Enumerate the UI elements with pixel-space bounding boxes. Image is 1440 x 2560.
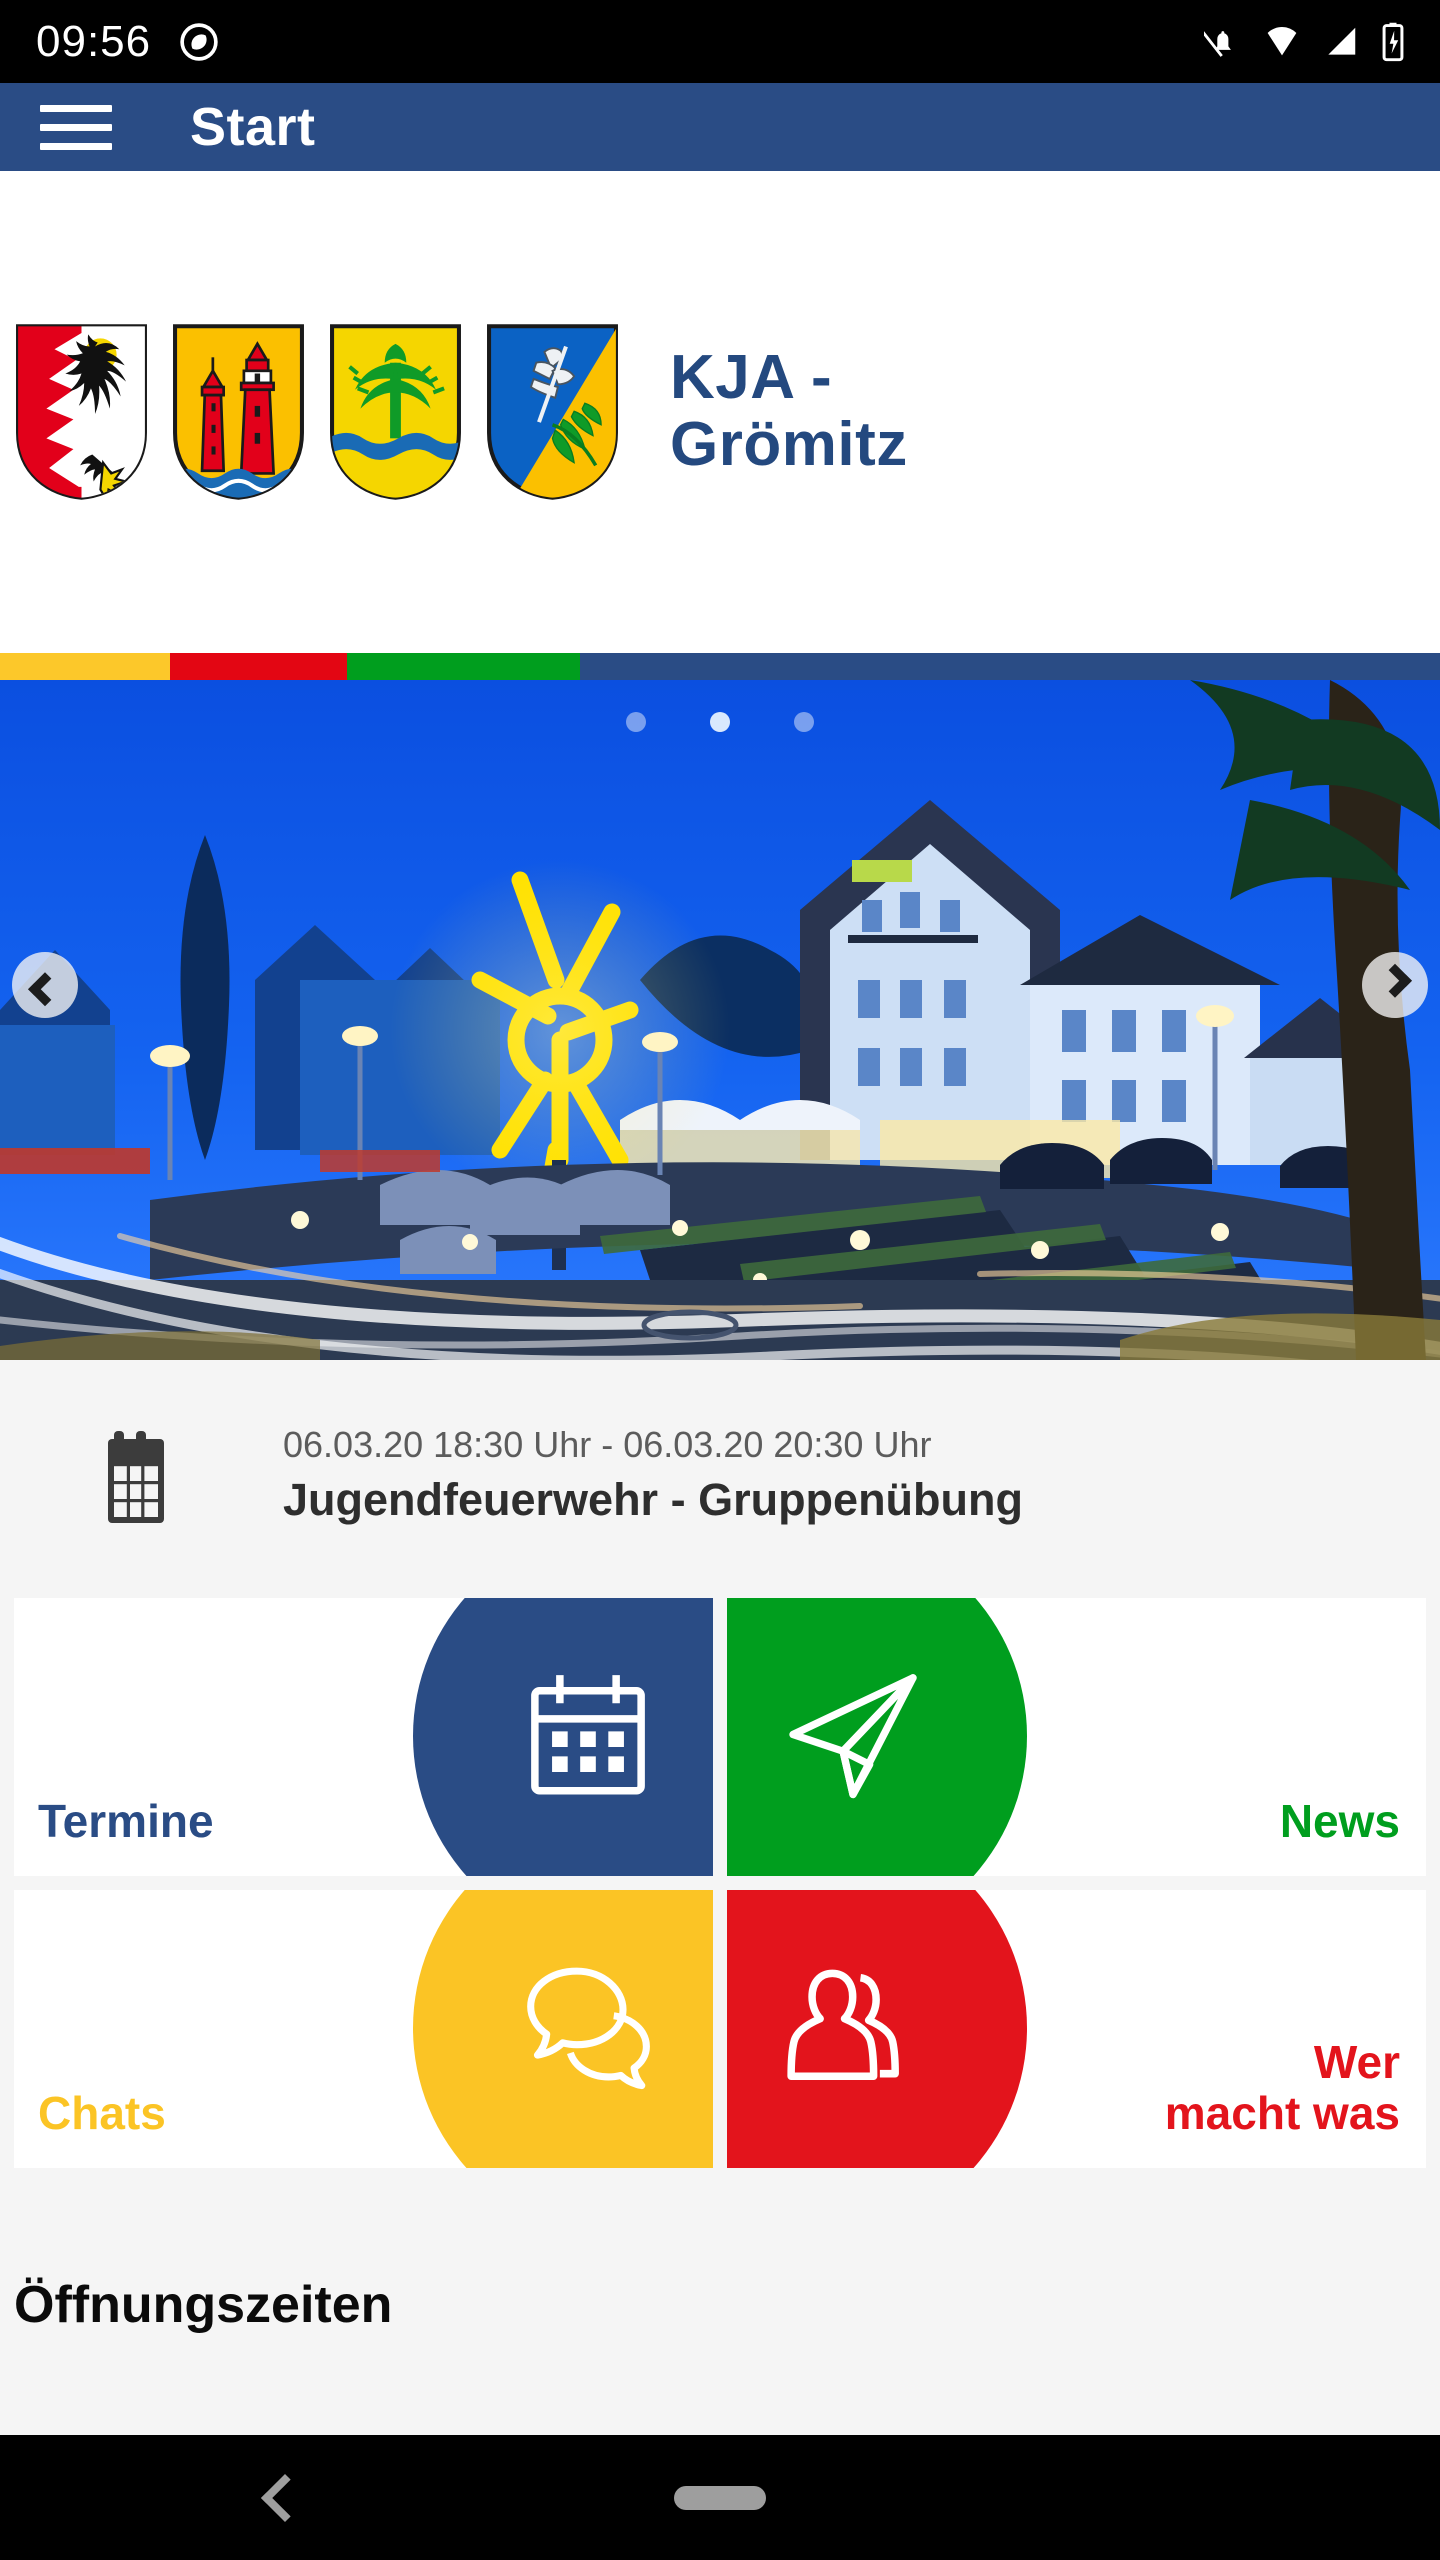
speech-bubbles-icon — [503, 1952, 663, 2107]
logo-band: KJA - Grömitz — [0, 171, 1440, 653]
wifi-icon — [1267, 26, 1297, 55]
carousel-dot-3[interactable] — [794, 712, 814, 732]
chevron-left-icon — [28, 972, 62, 1007]
tile-wer-macht-was[interactable]: Wer macht was — [727, 1890, 1426, 2168]
status-system-icons — [1204, 21, 1406, 63]
strip-yellow — [0, 653, 170, 680]
calendar-icon — [513, 1660, 663, 1815]
carousel-dot-1[interactable] — [626, 712, 646, 732]
tree-water-coat-of-arms — [330, 324, 461, 500]
battery-charging-icon — [1382, 22, 1404, 61]
status-bar: 09:56 — [0, 0, 1440, 83]
android-navigation-bar — [0, 2435, 1440, 2560]
color-strip — [0, 653, 1440, 680]
carousel-dots[interactable] — [0, 712, 1440, 732]
carousel-prev-button[interactable] — [12, 952, 78, 1018]
carousel-dot-2[interactable] — [710, 712, 730, 732]
status-time: 09:56 — [36, 16, 152, 66]
tile-wer-macht-was-label: Wer macht was — [1164, 2035, 1400, 2140]
calendar-icon — [95, 1421, 205, 1529]
grömitz-lighthouse-coat-of-arms — [173, 324, 304, 500]
strip-green — [347, 653, 581, 680]
tile-row-2: Chats Wer macht was — [0, 1890, 1440, 2168]
strip-red — [169, 653, 348, 680]
tile-chats[interactable]: Chats — [14, 1890, 713, 2168]
carousel-next-button[interactable] — [1362, 952, 1428, 1018]
brand-title: KJA - Grömitz — [670, 343, 908, 479]
tile-chats-label: Chats — [38, 2087, 166, 2140]
event-details: 06.03.20 18:30 Uhr - 06.03.20 20:30 Uhr … — [283, 1422, 1023, 1528]
tile-news-label: News — [1279, 1795, 1400, 1848]
hero-carousel[interactable] — [0, 680, 1440, 1360]
people-icon — [773, 1952, 923, 2107]
event-title: Jugendfeuerwehr - Gruppenübung — [283, 1474, 1023, 1526]
paper-plane-icon — [773, 1655, 933, 1820]
hamburger-menu-icon[interactable] — [40, 104, 112, 150]
fisherman-oak-coat-of-arms — [487, 324, 618, 500]
tile-termine[interactable]: Termine — [14, 1598, 713, 1876]
schleswig-holstein-coat-of-arms — [16, 324, 147, 500]
quick-tiles-grid: Termine News Chats Wer macht was — [0, 1598, 1440, 2182]
tile-row-1: Termine News — [0, 1598, 1440, 1876]
tile-termine-label: Termine — [38, 1795, 214, 1848]
strip-blue — [580, 653, 1440, 680]
app-screen: 09:56 Start KJA - Grömitz 06.03.20 18:30… — [0, 0, 1440, 2560]
signal-icon — [1328, 27, 1356, 55]
tile-news[interactable]: News — [727, 1598, 1426, 1876]
app-circle-icon — [180, 22, 218, 61]
app-bar: Start — [0, 83, 1440, 171]
page-title: Start — [190, 97, 316, 157]
hero-image — [0, 680, 1440, 1360]
notifications-off-icon — [1204, 29, 1231, 58]
coat-of-arms-row — [0, 322, 620, 502]
status-notification-icons — [177, 20, 221, 64]
event-time: 06.03.20 18:30 Uhr - 06.03.20 20:30 Uhr — [283, 1424, 932, 1466]
chevron-right-icon — [1378, 963, 1412, 998]
back-chevron-icon[interactable] — [260, 2473, 310, 2522]
opening-hours-heading: Öffnungszeiten — [14, 2276, 393, 2334]
upcoming-event-row[interactable]: 06.03.20 18:30 Uhr - 06.03.20 20:30 Uhr … — [0, 1360, 1440, 1590]
home-pill-icon[interactable] — [674, 2485, 766, 2510]
